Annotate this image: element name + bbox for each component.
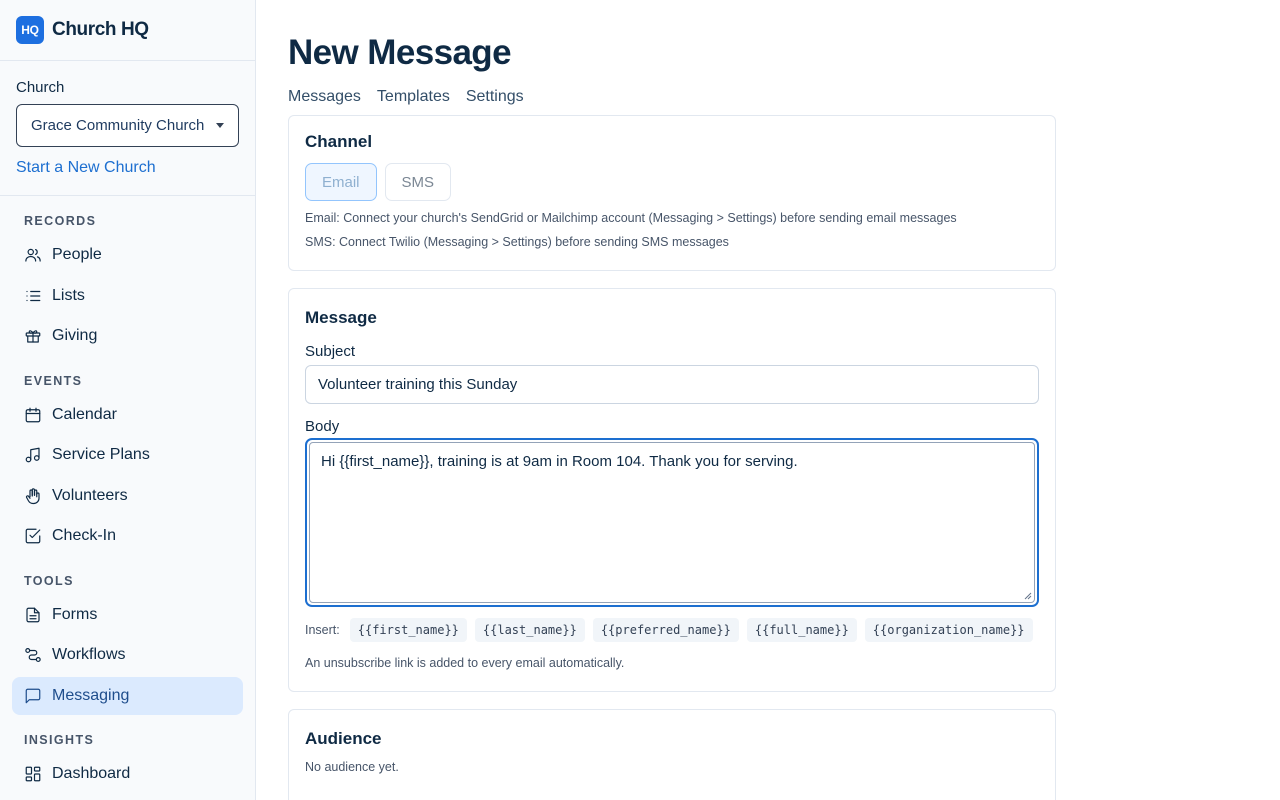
token-organization-name[interactable]: {{organization_name}} bbox=[864, 618, 1033, 642]
sidebar-item-calendar[interactable]: Calendar bbox=[12, 396, 243, 434]
people-icon bbox=[24, 246, 42, 264]
section-title-events: EVENTS bbox=[24, 373, 83, 388]
calendar-icon bbox=[24, 406, 42, 424]
channel-card: Channel Email SMS Email: Connect your ch… bbox=[288, 115, 1056, 271]
channel-email-button[interactable]: Email bbox=[305, 163, 377, 201]
sidebar-item-label: Calendar bbox=[52, 405, 117, 423]
tabs: Messages Templates Settings bbox=[288, 88, 1056, 116]
document-icon bbox=[24, 606, 42, 624]
token-last-name[interactable]: {{last_name}} bbox=[474, 618, 585, 642]
church-select[interactable]: Grace Community Church bbox=[16, 104, 239, 147]
tab-templates[interactable]: Templates bbox=[377, 88, 450, 116]
church-selector-block: Church Grace Community Church Start a Ne… bbox=[0, 61, 255, 196]
channel-toggle: Email SMS bbox=[305, 163, 1039, 201]
brand-name: Church HQ bbox=[52, 19, 149, 40]
token-first-name[interactable]: {{first_name}} bbox=[349, 618, 467, 642]
sidebar-item-label: Messaging bbox=[52, 686, 130, 704]
channel-sms-button[interactable]: SMS bbox=[384, 163, 452, 201]
page-title: New Message bbox=[288, 33, 512, 72]
tab-settings[interactable]: Settings bbox=[466, 88, 524, 116]
token-full-name[interactable]: {{full_name}} bbox=[746, 618, 857, 642]
sidebar-item-people[interactable]: People bbox=[12, 236, 243, 274]
audience-card: Audience No audience yet. bbox=[288, 709, 1056, 800]
token-preferred-name[interactable]: {{preferred_name}} bbox=[592, 618, 739, 642]
section-title-insights: INSIGHTS bbox=[24, 733, 95, 747]
sidebar-item-lists[interactable]: Lists bbox=[12, 277, 243, 315]
main-content: New Message Messages Templates Settings … bbox=[288, 0, 1056, 800]
sidebar-nav: RECORDS People Lists Giving EVENTS Calen… bbox=[0, 196, 255, 793]
sidebar-item-label: Dashboard bbox=[52, 765, 131, 782]
subject-input[interactable]: Volunteer training this Sunday bbox=[305, 365, 1039, 404]
sidebar-item-label: Service Plans bbox=[52, 446, 150, 463]
chevron-down-icon bbox=[216, 123, 224, 128]
chat-icon bbox=[24, 687, 42, 705]
section-title-tools: TOOLS bbox=[24, 573, 74, 588]
list-icon bbox=[24, 287, 42, 305]
sidebar-item-label: Check-In bbox=[52, 527, 117, 544]
start-new-church-link[interactable]: Start a New Church bbox=[16, 159, 239, 177]
sidebar-item-check-in[interactable]: Check-In bbox=[12, 517, 243, 555]
insert-label: Insert: bbox=[305, 623, 340, 637]
sidebar-item-dashboard[interactable]: Dashboard bbox=[12, 755, 243, 793]
message-card: Message Subject Volunteer training this … bbox=[288, 288, 1056, 692]
sms-hint: SMS: Connect Twilio (Messaging > Setting… bbox=[305, 235, 729, 249]
church-select-value: Grace Community Church bbox=[31, 117, 205, 134]
dashboard-icon bbox=[24, 765, 42, 783]
body-label: Body bbox=[305, 418, 340, 435]
sidebar-item-volunteers[interactable]: Volunteers bbox=[12, 477, 243, 515]
audience-empty-text: No audience yet. bbox=[305, 760, 399, 774]
sidebar: HQ Church HQ Church Grace Community Chur… bbox=[0, 0, 256, 800]
body-textarea-focus-ring: Hi {{first_name}}, training is at 9am in… bbox=[305, 438, 1039, 607]
sidebar-item-label: Workflows bbox=[52, 646, 126, 663]
gift-icon bbox=[24, 327, 42, 345]
sidebar-item-label: Volunteers bbox=[52, 486, 128, 504]
insert-token-row: Insert: {{first_name}} {{last_name}} {{p… bbox=[305, 618, 1039, 642]
brand[interactable]: HQ Church HQ bbox=[0, 0, 255, 61]
unsubscribe-note: An unsubscribe link is added to every em… bbox=[305, 656, 625, 670]
section-title-records: RECORDS bbox=[24, 214, 97, 228]
hand-icon bbox=[24, 487, 42, 505]
resize-handle-icon[interactable] bbox=[1022, 590, 1032, 600]
channel-title: Channel bbox=[305, 132, 373, 151]
checkbox-icon bbox=[24, 527, 42, 545]
message-title: Message bbox=[305, 308, 377, 327]
church-label: Church bbox=[16, 79, 65, 96]
sidebar-item-label: Forms bbox=[52, 605, 98, 623]
email-hint: Email: Connect your church's SendGrid or… bbox=[305, 211, 957, 225]
sidebar-item-messaging[interactable]: Messaging bbox=[12, 676, 243, 715]
sidebar-item-giving[interactable]: Giving bbox=[12, 317, 243, 355]
body-textarea[interactable]: Hi {{first_name}}, training is at 9am in… bbox=[309, 442, 1035, 603]
sidebar-item-service-plans[interactable]: Service Plans bbox=[12, 436, 243, 474]
tab-messages[interactable]: Messages bbox=[288, 88, 361, 116]
audience-title: Audience bbox=[305, 729, 382, 748]
sidebar-item-label: Giving bbox=[52, 327, 98, 344]
workflow-icon bbox=[24, 646, 42, 664]
brand-logo-icon: HQ bbox=[16, 16, 44, 44]
sidebar-item-label: People bbox=[52, 246, 102, 263]
sidebar-item-label: Lists bbox=[52, 286, 85, 304]
sidebar-item-workflows[interactable]: Workflows bbox=[12, 636, 243, 674]
sidebar-item-forms[interactable]: Forms bbox=[12, 596, 243, 634]
music-icon bbox=[24, 446, 42, 464]
subject-label: Subject bbox=[305, 343, 356, 360]
